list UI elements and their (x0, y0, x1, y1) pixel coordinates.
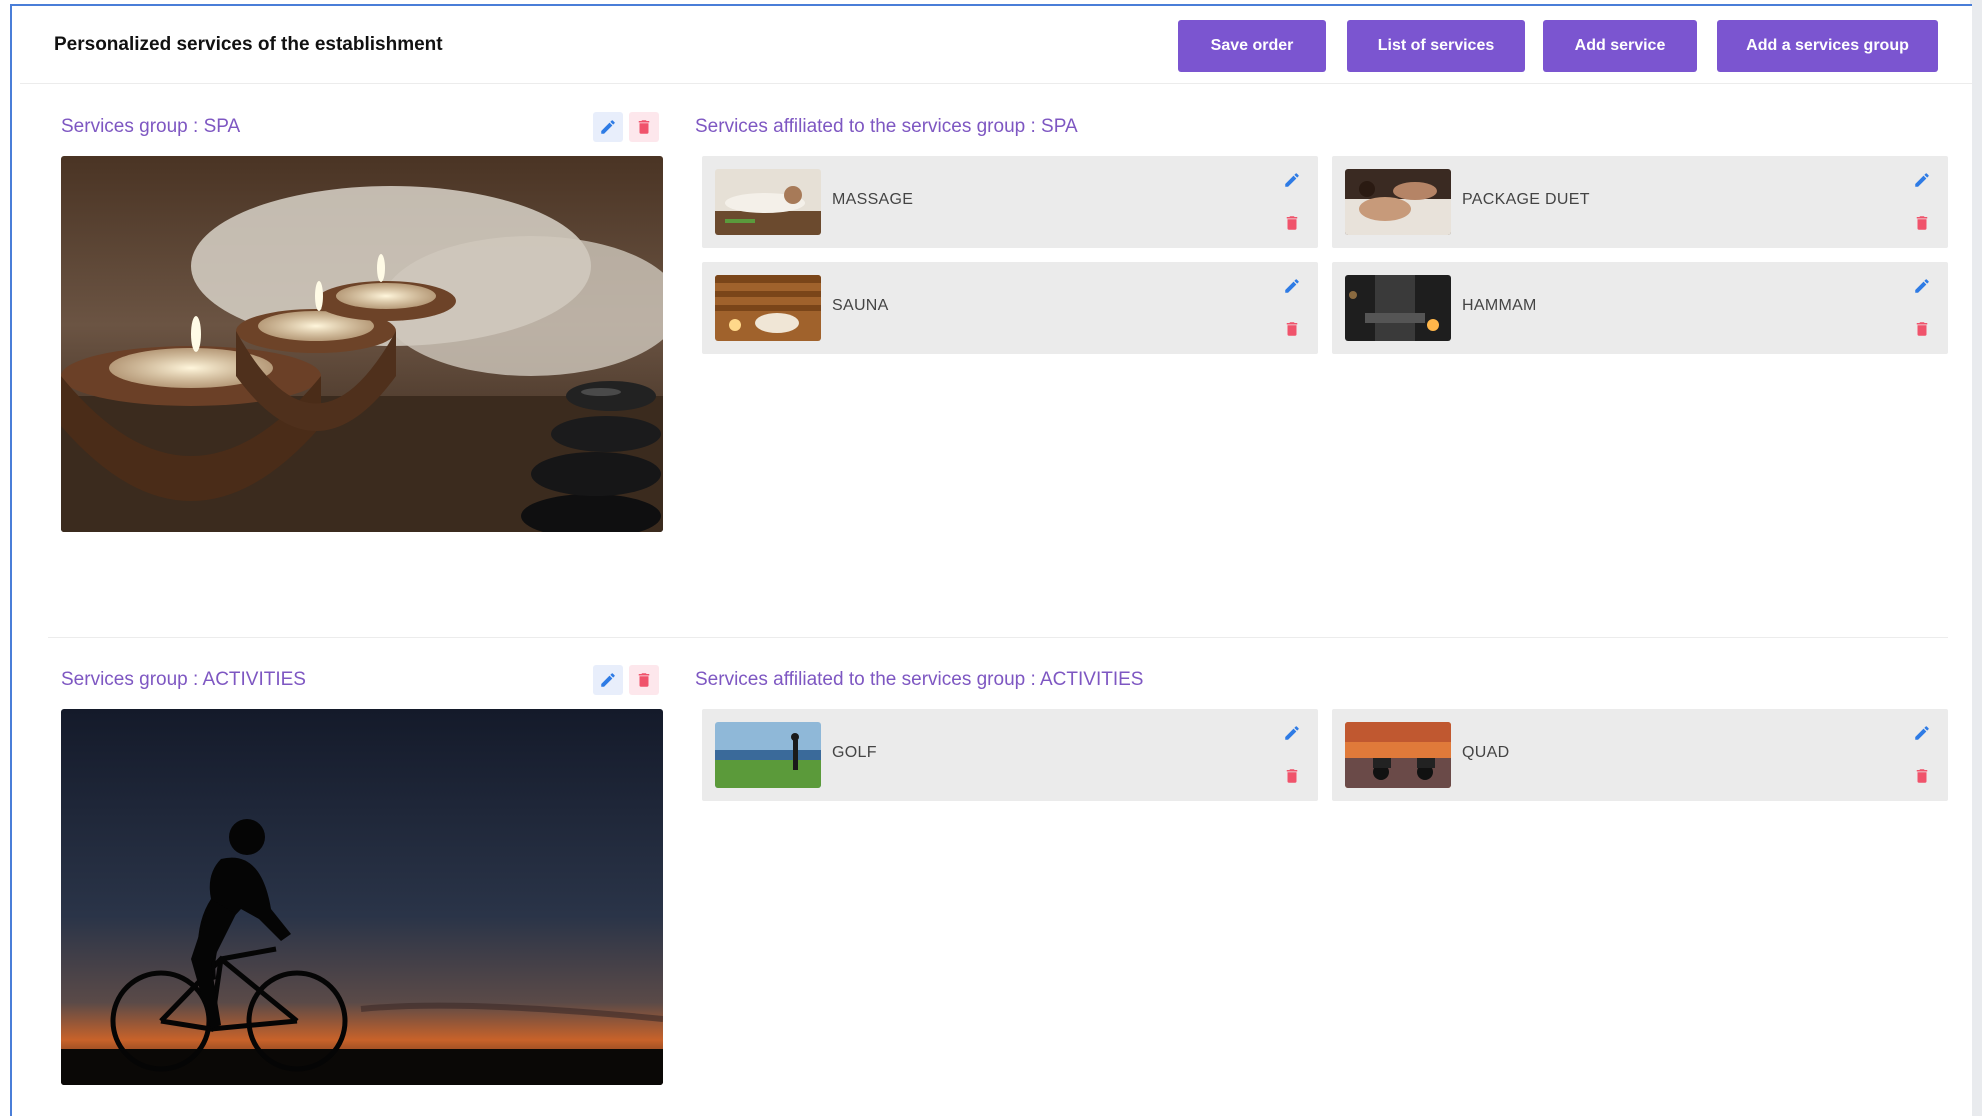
service-card-package-duet[interactable]: PACKAGE DUET (1332, 156, 1948, 248)
delete-service-button[interactable] (1910, 211, 1934, 235)
pencil-icon (1913, 277, 1931, 295)
service-card-massage[interactable]: MASSAGE (702, 156, 1318, 248)
service-name: SAUNA (832, 297, 889, 314)
golf-thumbnail (715, 722, 821, 788)
page-header: Personalized services of the establishme… (20, 14, 1972, 84)
services-group-label: Services group : SPA (61, 116, 241, 137)
affiliated-services-label: Services affiliated to the services grou… (695, 669, 1144, 690)
service-name: QUAD (1462, 744, 1510, 761)
trash-icon (1913, 320, 1931, 338)
delete-service-button[interactable] (1910, 317, 1934, 341)
hammam-thumbnail (1345, 275, 1451, 341)
pencil-icon (1913, 171, 1931, 189)
massage-thumbnail (715, 169, 821, 235)
services-group-label: Services group : ACTIVITIES (61, 669, 306, 690)
service-card-hammam[interactable]: HAMMAM (1332, 262, 1948, 354)
affiliated-services-label: Services affiliated to the services grou… (695, 116, 1078, 137)
trash-icon (1283, 320, 1301, 338)
edit-service-button[interactable] (1910, 274, 1934, 298)
trash-icon (1913, 767, 1931, 785)
quad-thumbnail (1345, 722, 1451, 788)
delete-service-button[interactable] (1280, 211, 1304, 235)
pencil-icon (599, 671, 617, 689)
service-card-sauna[interactable]: SAUNA (702, 262, 1318, 354)
activities-group-image (61, 709, 663, 1085)
add-service-button[interactable]: Add service (1543, 20, 1697, 72)
services-group-section-activities: Services group : ACTIVITIES Services aff… (48, 665, 1948, 1095)
service-name: PACKAGE DUET (1462, 191, 1590, 208)
edit-service-button[interactable] (1280, 274, 1304, 298)
save-order-button[interactable]: Save order (1178, 20, 1326, 72)
edit-service-button[interactable] (1280, 168, 1304, 192)
services-group-section-spa: Services group : SPA Services affiliated… (48, 112, 1948, 532)
delete-service-button[interactable] (1280, 764, 1304, 788)
edit-group-button[interactable] (593, 112, 623, 142)
trash-icon (1913, 214, 1931, 232)
spa-group-image (61, 156, 663, 532)
page-title: Personalized services of the establishme… (54, 34, 443, 55)
edit-group-button[interactable] (593, 665, 623, 695)
add-services-group-button[interactable]: Add a services group (1717, 20, 1938, 72)
delete-service-button[interactable] (1280, 317, 1304, 341)
service-name: MASSAGE (832, 191, 914, 208)
trash-icon (635, 671, 653, 689)
edit-service-button[interactable] (1910, 721, 1934, 745)
trash-icon (635, 118, 653, 136)
service-name: HAMMAM (1462, 297, 1537, 314)
sauna-thumbnail (715, 275, 821, 341)
package-duet-thumbnail (1345, 169, 1451, 235)
delete-group-button[interactable] (629, 665, 659, 695)
edit-service-button[interactable] (1280, 721, 1304, 745)
pencil-icon (1283, 171, 1301, 189)
section-divider (48, 637, 1948, 638)
service-card-golf[interactable]: GOLF (702, 709, 1318, 801)
edit-service-button[interactable] (1910, 168, 1934, 192)
trash-icon (1283, 214, 1301, 232)
delete-service-button[interactable] (1910, 764, 1934, 788)
pencil-icon (1913, 724, 1931, 742)
pencil-icon (1283, 724, 1301, 742)
pencil-icon (1283, 277, 1301, 295)
trash-icon (1283, 767, 1301, 785)
delete-group-button[interactable] (629, 112, 659, 142)
service-card-quad[interactable]: QUAD (1332, 709, 1948, 801)
service-name: GOLF (832, 744, 877, 761)
pencil-icon (599, 118, 617, 136)
list-of-services-button[interactable]: List of services (1347, 20, 1525, 72)
